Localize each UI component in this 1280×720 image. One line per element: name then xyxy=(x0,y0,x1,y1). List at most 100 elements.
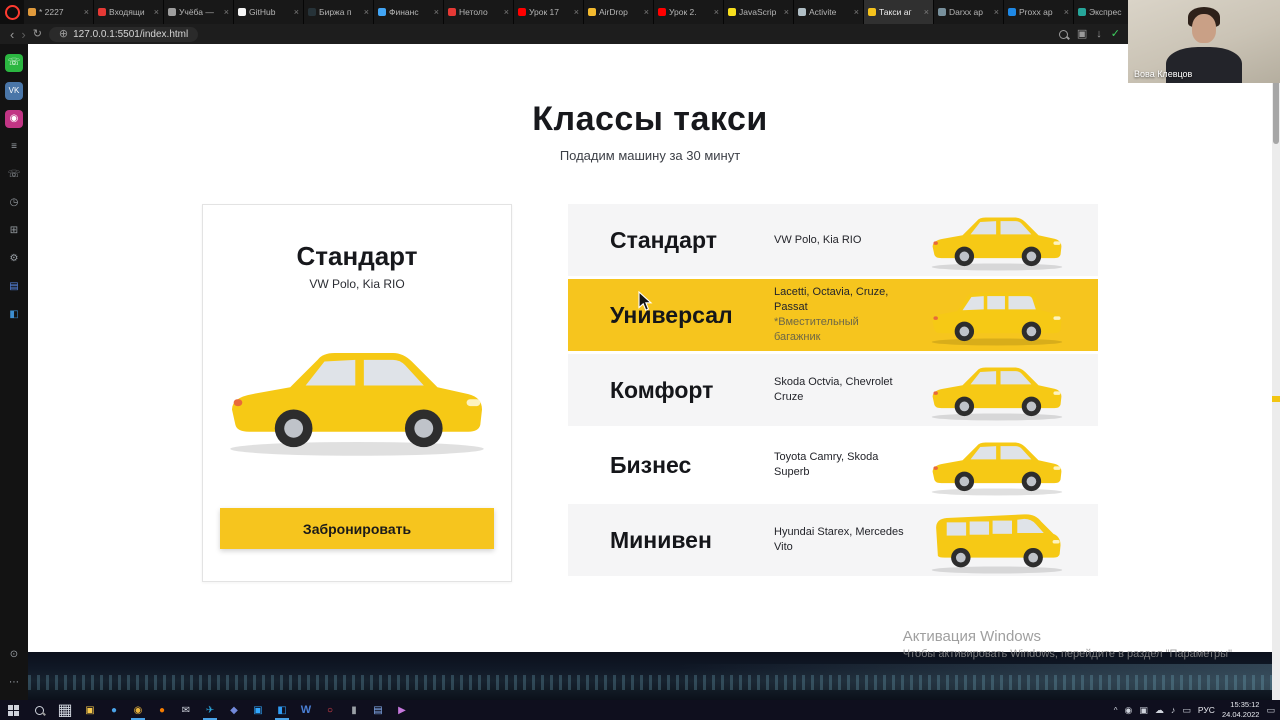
browser-tab[interactable]: Proxx ap × xyxy=(1004,0,1074,24)
notification-center-icon[interactable]: ▭ xyxy=(1266,705,1275,716)
class-name: Стандарт xyxy=(610,226,717,253)
taskbar-app-mail[interactable]: ✉ xyxy=(174,700,198,720)
class-name: Бизнес xyxy=(610,451,692,478)
taskbar-app-notes[interactable]: ▤ xyxy=(366,700,390,720)
tab-close-icon[interactable]: × xyxy=(504,7,509,17)
settings-gear-icon[interactable]: ⚙ xyxy=(5,250,23,268)
browser-tab-active[interactable]: Такси аг × xyxy=(864,0,934,24)
tab-close-icon[interactable]: × xyxy=(364,7,369,17)
taxi-class-row-minivan[interactable]: Минивен Hyundai Starex, Mercedes Vito xyxy=(568,504,1098,576)
hidden-icons-chevron[interactable]: ^ xyxy=(1114,706,1118,715)
vscode-icon[interactable]: ◧ xyxy=(5,306,23,324)
download-icon[interactable]: ↓ xyxy=(1096,28,1102,40)
adblock-shield-icon[interactable]: ✓ xyxy=(1111,28,1120,40)
tab-close-icon[interactable]: × xyxy=(224,7,229,17)
tab-close-icon[interactable]: × xyxy=(784,7,789,17)
taskbar-app-photoshop[interactable]: ▣ xyxy=(246,700,270,720)
defender-tray-icon[interactable]: ▣ xyxy=(1139,705,1148,716)
tab-label: Финанс xyxy=(389,7,419,17)
menu-icon[interactable]: ≡ xyxy=(5,138,23,156)
tab-close-icon[interactable]: × xyxy=(574,7,579,17)
windows-logo-icon xyxy=(7,704,19,716)
tab-close-icon[interactable]: × xyxy=(1064,7,1069,17)
clock-date: 24.04.2022 xyxy=(1221,710,1260,719)
taxi-car-image xyxy=(922,430,1072,501)
browser-tab[interactable]: AirDrop × xyxy=(584,0,654,24)
tab-close-icon[interactable]: × xyxy=(854,7,859,17)
volume-tray-icon[interactable]: ♪ xyxy=(1171,705,1176,715)
browser-tab[interactable]: Входящи × xyxy=(94,0,164,24)
whatsapp-icon[interactable]: ☏ xyxy=(5,54,23,72)
taxi-class-row-universal[interactable]: Универсал Lacetti, Octavia, Cruze, Passa… xyxy=(568,279,1098,351)
extensions-icon[interactable]: ⊞ xyxy=(5,222,23,240)
tab-favicon xyxy=(798,8,806,16)
browser-tab[interactable]: Урок 17 × xyxy=(514,0,584,24)
taskbar-app-discord[interactable]: ◆ xyxy=(222,700,246,720)
taskbar-app-player[interactable]: ▶ xyxy=(390,700,414,720)
taxi-class-row-standard[interactable]: Стандарт VW Polo, Kia RIO xyxy=(568,204,1098,276)
calls-icon[interactable]: ☏ xyxy=(5,166,23,184)
vk-icon[interactable]: VK xyxy=(5,82,23,100)
browser-tab[interactable]: Финанс × xyxy=(374,0,444,24)
browser-tab[interactable]: Учёба — × xyxy=(164,0,234,24)
tab-close-icon[interactable]: × xyxy=(154,7,159,17)
taskbar-search-button[interactable] xyxy=(26,700,52,720)
taskbar-app-vscode[interactable]: ◧ xyxy=(270,700,294,720)
page-scrollbar[interactable] xyxy=(1272,44,1280,700)
task-view-button[interactable]: ▦ xyxy=(52,700,78,720)
reload-icon[interactable]: ↻ xyxy=(33,28,42,40)
browser-tab[interactable]: JavaScrip × xyxy=(724,0,794,24)
taskbar-app-firefox[interactable]: ● xyxy=(150,700,174,720)
screenshot-icon[interactable]: ▣ xyxy=(1077,28,1087,40)
tab-close-icon[interactable]: × xyxy=(714,7,719,17)
tab-close-icon[interactable]: × xyxy=(84,7,89,17)
taskbar-clock[interactable]: 15:35:12 24.04.2022 xyxy=(1222,700,1260,720)
tab-close-icon[interactable]: × xyxy=(994,7,999,17)
start-button[interactable] xyxy=(0,700,26,720)
profile-icon[interactable]: ⊙ xyxy=(5,646,23,664)
forward-icon[interactable]: › xyxy=(21,28,25,41)
history-icon[interactable]: ◷ xyxy=(5,194,23,212)
instagram-icon[interactable]: ◉ xyxy=(5,110,23,128)
taxi-class-row-comfort[interactable]: Комфорт Skoda Octvia, Chevrolet Cruze xyxy=(568,354,1098,426)
taskbar-app-telegram[interactable]: ✈ xyxy=(198,700,222,720)
bookmarks-icon[interactable]: ▤ xyxy=(5,278,23,296)
more-icon[interactable]: ⋯ xyxy=(5,674,23,692)
taskbar-app-chrome[interactable]: ◉ xyxy=(126,700,150,720)
taxi-classes-page: Классы такси Подадим машину за 30 минут … xyxy=(28,44,1272,700)
browser-tab[interactable]: * 2227 × xyxy=(24,0,94,24)
webcam-overlay[interactable]: Вова Клевцов xyxy=(1128,0,1280,83)
url-text[interactable]: 127.0.0.1:5501/index.html xyxy=(73,29,188,40)
browser-tab[interactable]: GitHub × xyxy=(234,0,304,24)
browser-tab[interactable]: Биржа п × xyxy=(304,0,374,24)
tab-label: Экспрес xyxy=(1089,7,1122,17)
taskbar-app-word[interactable]: W xyxy=(294,700,318,720)
taskbar-app-explorer[interactable]: ▣ xyxy=(78,700,102,720)
taskbar-app-edge[interactable]: ● xyxy=(102,700,126,720)
address-bar[interactable]: ⊕ 127.0.0.1:5501/index.html xyxy=(48,26,199,42)
browser-menu-icon[interactable] xyxy=(0,0,24,24)
browser-tab[interactable]: Activite × xyxy=(794,0,864,24)
taxi-van-image xyxy=(922,501,1072,579)
browser-tab[interactable]: Darxx ap × xyxy=(934,0,1004,24)
tab-close-icon[interactable]: × xyxy=(924,7,929,17)
cloud-tray-icon[interactable]: ☁ xyxy=(1155,705,1164,716)
browser-tab[interactable]: Урок 2. × xyxy=(654,0,724,24)
tab-label: Proxx ap xyxy=(1019,7,1053,17)
browser-tab[interactable]: Нетоло × xyxy=(444,0,514,24)
tab-close-icon[interactable]: × xyxy=(294,7,299,17)
taxi-class-row-business[interactable]: Бизнес Toyota Camry, Skoda Superb xyxy=(568,429,1098,501)
tab-favicon xyxy=(1078,8,1086,16)
taskbar-app-opera[interactable]: ○ xyxy=(318,700,342,720)
battery-tray-icon[interactable]: ▭ xyxy=(1182,705,1191,716)
webcam-participant-name: Вова Клевцов xyxy=(1134,69,1193,79)
zoom-icon[interactable] xyxy=(1058,29,1068,39)
tab-close-icon[interactable]: × xyxy=(644,7,649,17)
book-button[interactable]: Забронировать xyxy=(220,508,494,549)
class-models: Lacetti, Octavia, Cruze, Passat *Вместит… xyxy=(774,285,906,344)
taskbar-app-terminal[interactable]: ▮ xyxy=(342,700,366,720)
language-indicator[interactable]: РУС xyxy=(1198,705,1215,715)
tab-close-icon[interactable]: × xyxy=(434,7,439,17)
obs-tray-icon[interactable]: ◉ xyxy=(1125,705,1133,716)
back-icon[interactable]: ‹ xyxy=(10,28,14,41)
